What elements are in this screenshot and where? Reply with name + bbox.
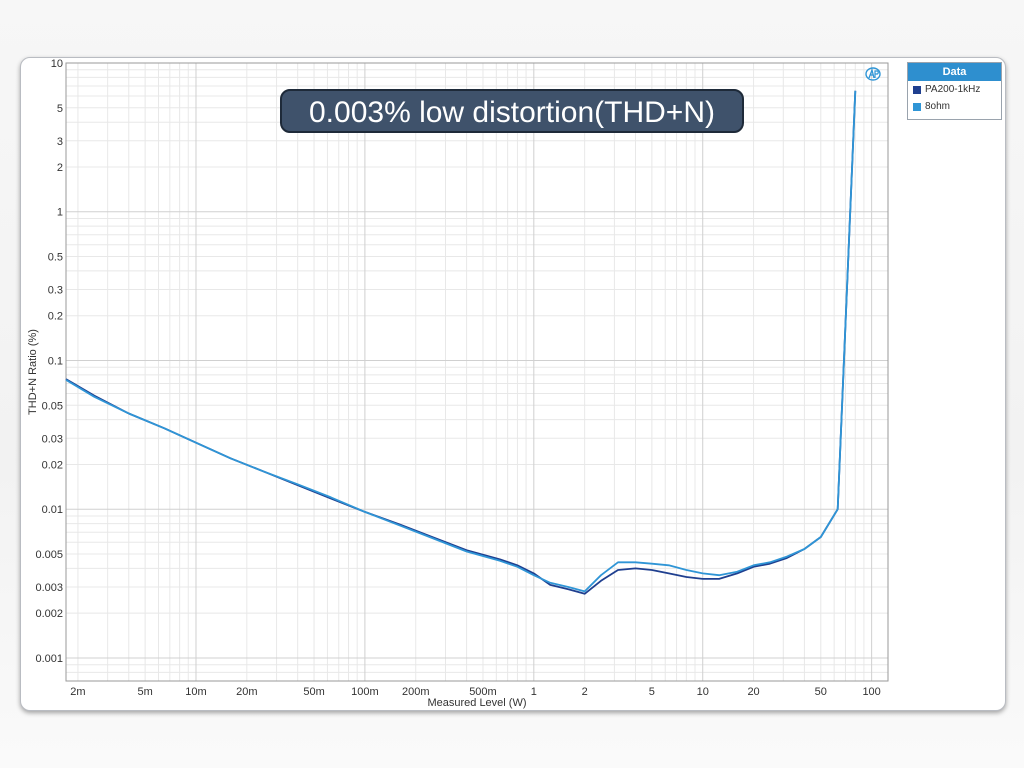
y-tick-label: 2 — [57, 162, 63, 174]
legend: Data PA200-1kHz 8ohm — [907, 62, 1002, 120]
x-tick-label: 50m — [303, 686, 324, 698]
y-tick-label: 0.03 — [42, 433, 63, 445]
x-axis-title: Measured Level (W) — [427, 697, 526, 709]
y-tick-label: 0.02 — [42, 459, 63, 471]
y-tick-label: 0.05 — [42, 400, 63, 412]
x-tick-label: 200m — [402, 686, 430, 698]
legend-swatch-8ohm — [913, 102, 921, 111]
x-tick-label: 10 — [697, 686, 709, 698]
y-tick-label: 10 — [51, 58, 63, 70]
x-tick-label: 1 — [531, 686, 537, 698]
y-tick-labels: 10 5 3 2 1 0.5 0.3 0.2 0.1 0.05 0.03 0.02 0.01 0.005 0… — [35, 58, 63, 665]
y-tick-label: 0.1 — [48, 355, 63, 367]
x-tick-label: 100 — [862, 686, 880, 698]
y-tick-label: 0.01 — [42, 504, 63, 516]
series-line-pa200-1khz — [65, 90, 857, 595]
y-tick-label: 5 — [57, 103, 63, 115]
x-tick-label: 2 — [582, 686, 588, 698]
legend-title: Data — [908, 63, 1001, 81]
x-tick-label: 20 — [747, 686, 759, 698]
y-tick-label: 3 — [57, 136, 63, 148]
x-tick-label: 5 — [649, 686, 655, 698]
x-tick-label: 20m — [236, 686, 257, 698]
legend-label-8ohm: 8ohm — [925, 101, 951, 112]
x-tick-label: 50 — [815, 686, 827, 698]
y-tick-label: 0.003 — [35, 582, 63, 594]
y-axis-title: THD+N Ratio (%) — [27, 329, 39, 415]
y-tick-label: 0.5 — [48, 252, 63, 264]
y-tick-label: 0.005 — [35, 549, 63, 561]
series-layer — [65, 90, 857, 595]
y-tick-label: 0.002 — [35, 608, 63, 620]
ap-logo-icon — [865, 67, 881, 81]
legend-item-pa200: PA200-1kHz — [908, 81, 1001, 98]
background: 2m 5m 10m 20m 50m 100m 200m 500m 1 2 5 10 20 50 100 10… — [0, 0, 1024, 768]
major-grid — [66, 62, 888, 681]
legend-label-pa200: PA200-1kHz — [925, 84, 981, 95]
plot-frame — [65, 62, 889, 682]
legend-swatch-pa200 — [913, 85, 921, 94]
x-tick-label: 5m — [137, 686, 152, 698]
y-tick-label: 0.2 — [48, 311, 63, 323]
y-tick-label: 1 — [57, 207, 63, 219]
x-tick-label: 100m — [351, 686, 379, 698]
x-tick-label: 2m — [70, 686, 85, 698]
x-tick-label: 10m — [185, 686, 206, 698]
y-tick-label: 0.3 — [48, 285, 63, 297]
minor-grid — [66, 63, 888, 682]
distortion-banner: 0.003% low distortion(THD+N) — [280, 89, 744, 133]
y-tick-label: 0.001 — [35, 653, 63, 665]
legend-item-8ohm: 8ohm — [908, 98, 1001, 115]
